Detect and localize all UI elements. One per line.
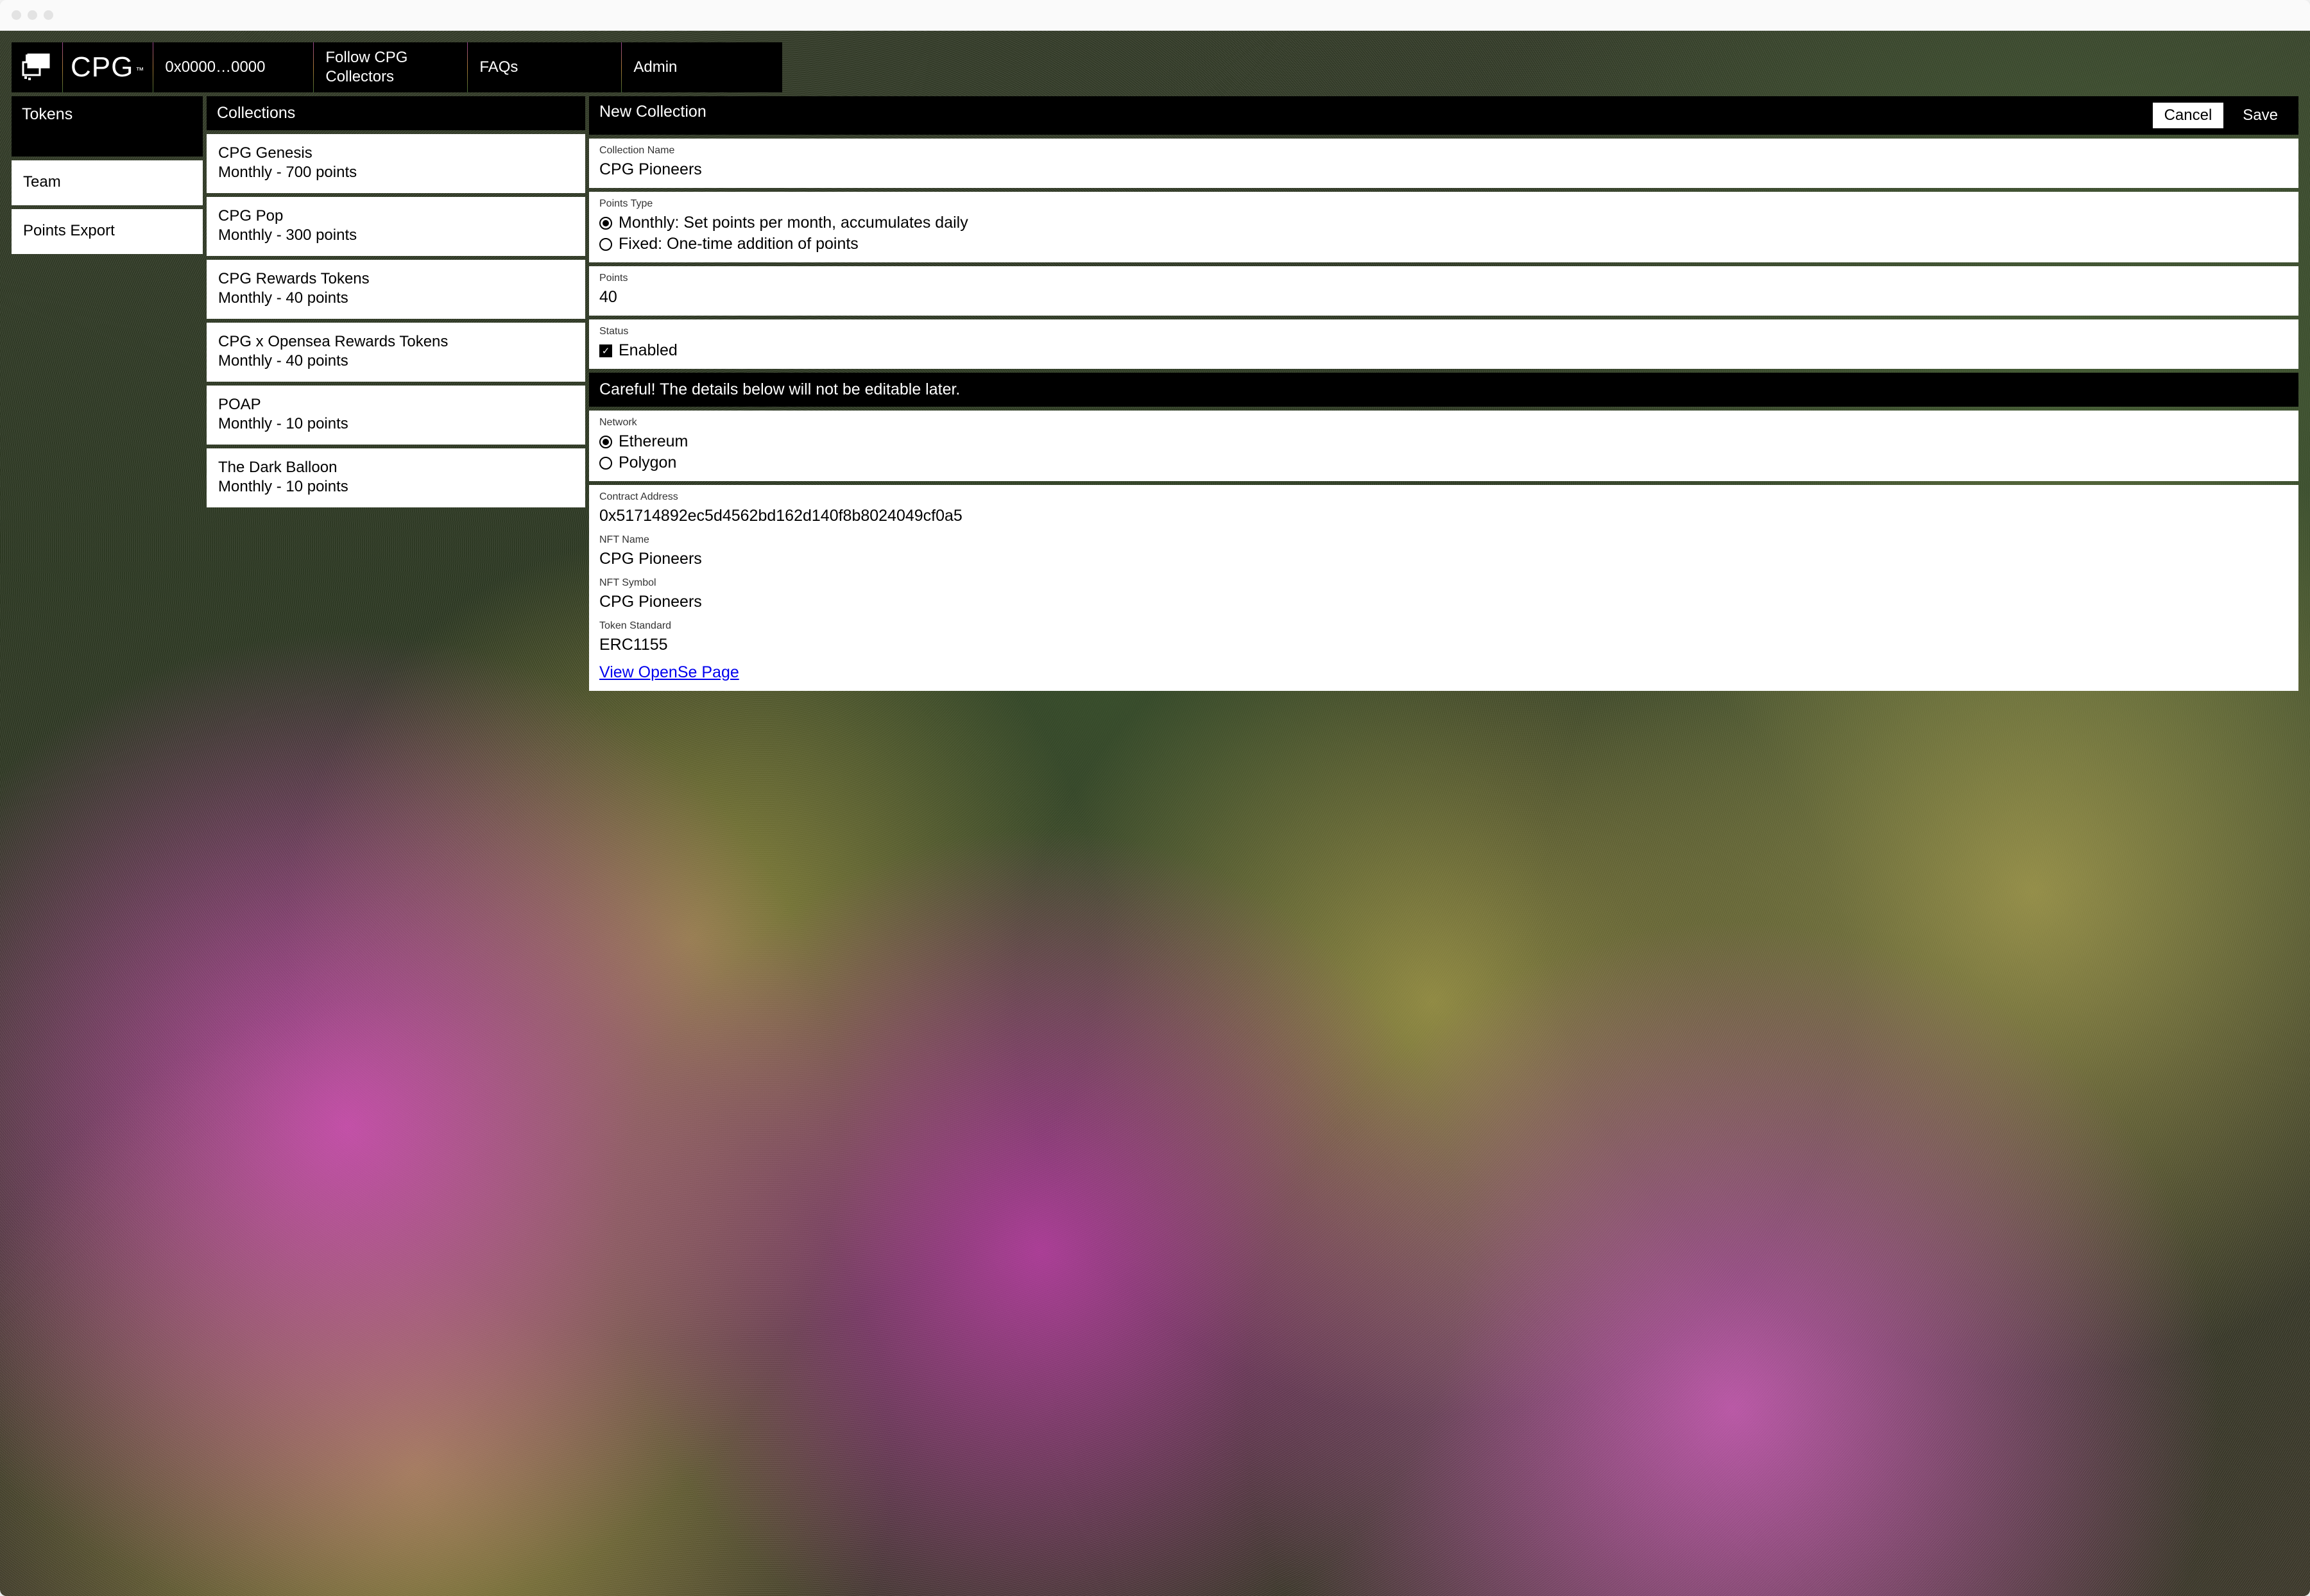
nav-admin-label: Admin: [633, 58, 677, 76]
radio-fixed-label: Fixed: One-time addition of points: [619, 235, 859, 253]
details-panel: Contract Address 0x51714892ec5d4562bd162…: [589, 485, 2298, 691]
collection-item-sub: Monthly - 40 points: [218, 352, 574, 370]
contract-address-value: 0x51714892ec5d4562bd162d140f8b8024049cf0…: [599, 507, 2288, 525]
collection-item-sub: Monthly - 300 points: [218, 226, 574, 244]
nft-name-label: NFT Name: [599, 534, 2288, 546]
collection-item-name: CPG x Opensea Rewards Tokens: [218, 333, 574, 351]
sidebar: Tokens Team Points Export: [12, 96, 203, 691]
form-column: New Collection Cancel Save Collection Na…: [589, 96, 2298, 691]
sidebar-item-points-export[interactable]: Points Export: [12, 209, 203, 254]
form-header: New Collection Cancel Save: [589, 96, 2298, 135]
collection-item-sub: Monthly - 10 points: [218, 478, 574, 496]
collection-item-sub: Monthly - 700 points: [218, 164, 574, 182]
collection-item[interactable]: CPG x Opensea Rewards Tokens Monthly - 4…: [207, 323, 585, 382]
checkbox-checked-icon: ✓: [599, 344, 612, 357]
sidebar-team-label: Team: [23, 173, 191, 191]
collection-item[interactable]: CPG Rewards Tokens Monthly - 40 points: [207, 260, 585, 319]
collection-item[interactable]: The Dark Balloon Monthly - 10 points: [207, 448, 585, 507]
radio-polygon-label: Polygon: [619, 454, 676, 472]
radio-polygon[interactable]: Polygon: [599, 454, 2288, 472]
top-nav: CPG™ 0x0000…0000 Follow CPG Collectors F…: [12, 42, 2298, 92]
sidebar-item-team[interactable]: Team: [12, 160, 203, 205]
status-enabled-label: Enabled: [619, 341, 678, 360]
collection-item[interactable]: CPG Pop Monthly - 300 points: [207, 197, 585, 256]
collection-item[interactable]: CPG Genesis Monthly - 700 points: [207, 134, 585, 193]
logo-icon: [21, 53, 54, 81]
app-window: CPG™ 0x0000…0000 Follow CPG Collectors F…: [0, 0, 2310, 1596]
window-dot-minimize[interactable]: [28, 10, 37, 20]
warning-text: Careful! The details below will not be e…: [599, 380, 960, 398]
nft-name-value: CPG Pioneers: [599, 550, 2288, 568]
field-points[interactable]: Points 40: [589, 266, 2298, 316]
field-network: Network Ethereum Polygon: [589, 411, 2298, 481]
status-label: Status: [599, 326, 2288, 337]
radio-ethereum[interactable]: Ethereum: [599, 432, 2288, 451]
window-dot-close[interactable]: [12, 10, 21, 20]
nft-symbol-label: NFT Symbol: [599, 577, 2288, 589]
nav-follow-line2: Collectors: [325, 67, 407, 87]
main-grid: Tokens Team Points Export Collections: [12, 96, 2298, 691]
token-standard-label: Token Standard: [599, 620, 2288, 632]
field-points-type: Points Type Monthly: Set points per mont…: [589, 192, 2298, 262]
trademark: ™: [135, 65, 144, 75]
collections-header: Collections: [207, 96, 585, 130]
collection-name-label: Collection Name: [599, 145, 2288, 157]
collection-item-name: CPG Rewards Tokens: [218, 270, 574, 288]
logo[interactable]: [12, 42, 63, 92]
field-collection-name[interactable]: Collection Name CPG Pioneers: [589, 139, 2298, 188]
nav-admin[interactable]: Admin: [622, 42, 782, 92]
window-dot-zoom[interactable]: [44, 10, 53, 20]
collections-header-label: Collections: [217, 104, 295, 122]
radio-ethereum-label: Ethereum: [619, 432, 688, 451]
collection-item-name: POAP: [218, 396, 574, 414]
collection-item-sub: Monthly - 40 points: [218, 289, 574, 307]
points-type-label: Points Type: [599, 198, 2288, 210]
form-header-label: New Collection: [599, 103, 706, 121]
form-header-buttons: Cancel Save: [2153, 103, 2289, 128]
sidebar-points-export-label: Points Export: [23, 222, 191, 240]
window-titlebar: [0, 0, 2310, 31]
collection-name-value: CPG Pioneers: [599, 160, 2288, 179]
wallet-address: 0x0000…0000: [165, 58, 265, 76]
brand-name[interactable]: CPG™: [63, 42, 153, 92]
radio-fixed[interactable]: Fixed: One-time addition of points: [599, 235, 2288, 253]
collection-item-sub: Monthly - 10 points: [218, 415, 574, 433]
nav-wallet[interactable]: 0x0000…0000: [153, 42, 314, 92]
warning-bar: Careful! The details below will not be e…: [589, 373, 2298, 407]
collection-item-name: The Dark Balloon: [218, 459, 574, 477]
radio-unselected-icon: [599, 238, 612, 251]
app-viewport: CPG™ 0x0000…0000 Follow CPG Collectors F…: [0, 31, 2310, 1596]
points-label: Points: [599, 273, 2288, 284]
collection-item-name: CPG Pop: [218, 207, 574, 225]
app-content: CPG™ 0x0000…0000 Follow CPG Collectors F…: [0, 31, 2310, 702]
radio-monthly-label: Monthly: Set points per month, accumulat…: [619, 214, 968, 232]
opensea-link[interactable]: View OpenSe Page: [599, 663, 739, 681]
save-button[interactable]: Save: [2231, 103, 2289, 128]
collection-item[interactable]: POAP Monthly - 10 points: [207, 386, 585, 445]
nav-follow[interactable]: Follow CPG Collectors: [314, 42, 468, 92]
field-status: Status ✓ Enabled: [589, 319, 2298, 369]
collection-item-name: CPG Genesis: [218, 144, 574, 162]
nav-faqs-label: FAQs: [479, 58, 518, 76]
radio-selected-icon: [599, 436, 612, 448]
status-enabled-checkbox[interactable]: ✓ Enabled: [599, 341, 2288, 360]
points-value: 40: [599, 288, 2288, 307]
token-standard-value: ERC1155: [599, 636, 2288, 654]
collections-column: Collections CPG Genesis Monthly - 700 po…: [207, 96, 585, 691]
sidebar-item-tokens[interactable]: Tokens: [12, 96, 203, 157]
radio-monthly[interactable]: Monthly: Set points per month, accumulat…: [599, 214, 2288, 232]
nav-faqs[interactable]: FAQs: [468, 42, 622, 92]
cancel-button[interactable]: Cancel: [2153, 103, 2224, 128]
radio-selected-icon: [599, 217, 612, 230]
nft-symbol-value: CPG Pioneers: [599, 593, 2288, 611]
network-label: Network: [599, 417, 2288, 429]
nav-follow-line1: Follow CPG: [325, 48, 407, 67]
brand-text: CPG: [71, 51, 133, 83]
sidebar-tokens-label: Tokens: [22, 105, 73, 123]
contract-address-label: Contract Address: [599, 491, 2288, 503]
radio-unselected-icon: [599, 457, 612, 470]
